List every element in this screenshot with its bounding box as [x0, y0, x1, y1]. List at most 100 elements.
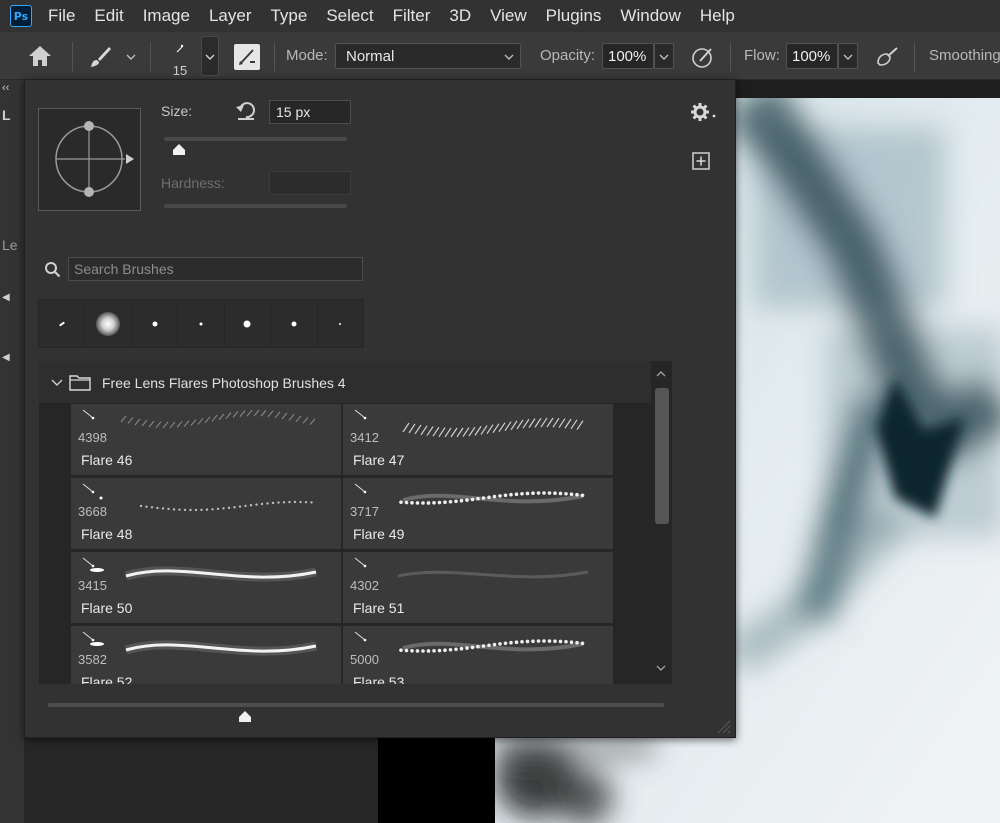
flow-input[interactable]: 100% — [786, 43, 838, 69]
smoothing-label: Smoothing: — [929, 47, 1000, 64]
reset-arrow-icon[interactable] — [235, 101, 257, 121]
canvas-ruler-area — [736, 80, 1000, 98]
menu-bar: Ps File Edit Image Layer Type Select Fil… — [0, 0, 1000, 32]
size-slider-track[interactable] — [164, 137, 347, 141]
brush-size-number: 3412 — [350, 430, 379, 445]
panel-tab-label[interactable]: L — [2, 107, 22, 129]
resize-grip-icon[interactable] — [713, 716, 731, 734]
brush-tip-icon — [291, 321, 297, 326]
brush-group-header[interactable]: Free Lens Flares Photoshop Brushes 4 — [39, 361, 651, 403]
options-bar: 15 Mode: Normal Opacity: 100% Flow: 100% — [0, 32, 1000, 80]
brush-name: Flare 50 — [81, 600, 133, 616]
opacity-label: Opacity: — [540, 47, 596, 64]
menu-layer[interactable]: Layer — [209, 6, 252, 26]
brush-tile[interactable]: 3668 Flare 48 — [71, 478, 341, 549]
brush-tip-preview[interactable] — [38, 108, 141, 211]
recent-brush-5[interactable] — [224, 300, 271, 347]
airbrush-icon[interactable] — [874, 44, 900, 70]
brush-preset-dropdown[interactable] — [201, 36, 219, 76]
brush-stroke-preview-icon — [354, 631, 585, 653]
brush-stroke-preview-icon — [354, 557, 589, 579]
brush-name: Flare 49 — [353, 526, 405, 542]
menu-3d[interactable]: 3D — [449, 6, 471, 26]
brush-tile[interactable]: 3717 Flare 49 — [343, 478, 613, 549]
menu-edit[interactable]: Edit — [94, 6, 123, 26]
brush-size-number: 4302 — [350, 578, 379, 593]
menu-file[interactable]: File — [48, 6, 75, 26]
recent-brush-3[interactable] — [131, 300, 178, 347]
menu-filter[interactable]: Filter — [393, 6, 431, 26]
recent-brush-4[interactable] — [178, 300, 224, 347]
brush-tip-preview-icon — [176, 44, 184, 53]
size-slider-thumb[interactable] — [171, 142, 187, 156]
search-input[interactable] — [68, 257, 363, 281]
size-input[interactable]: 15 px — [269, 100, 351, 124]
preview-size-slider-track[interactable] — [48, 703, 664, 707]
brush-tile[interactable]: 4302 Flare 51 — [343, 552, 613, 623]
brush-tip-icon — [152, 321, 158, 326]
brush-tile[interactable]: 5000 Flare 53 — [343, 626, 613, 684]
canvas-background — [378, 737, 495, 823]
opacity-input[interactable]: 100% — [602, 43, 654, 69]
flow-dropdown[interactable] — [838, 43, 858, 69]
brush-size-number: 3668 — [78, 504, 107, 519]
divider — [274, 42, 275, 72]
chevron-down-icon[interactable] — [51, 378, 63, 388]
recent-brush-7[interactable] — [317, 300, 363, 347]
mode-value: Normal — [346, 48, 395, 65]
chevron-down-icon — [843, 54, 853, 60]
brush-tile[interactable]: 4398 Flare 46 — [71, 404, 341, 475]
brush-search — [41, 257, 363, 281]
chevron-down-icon — [659, 54, 669, 60]
opacity-value: 100% — [608, 48, 647, 65]
search-icon — [45, 262, 61, 278]
menu-view[interactable]: View — [490, 6, 527, 26]
opacity-dropdown[interactable] — [654, 43, 674, 69]
menu-window[interactable]: Window — [620, 6, 680, 26]
brush-preset-panel: Size: 15 px Hardness: Search Brushes Fre… — [24, 79, 736, 738]
menu-type[interactable]: Type — [270, 6, 307, 26]
brush-tool-icon[interactable] — [88, 45, 112, 69]
chevron-left-icon[interactable]: ◀ — [2, 292, 22, 314]
brush-tip-icon — [243, 320, 251, 327]
collapse-panel-icon[interactable]: ‹‹ — [2, 82, 22, 104]
brush-preset-picker[interactable]: 15 — [162, 36, 198, 78]
menu-plugins[interactable]: Plugins — [546, 6, 602, 26]
hardness-input[interactable] — [269, 171, 351, 195]
brush-settings-toggle[interactable] — [234, 44, 260, 70]
brush-size-number: 3415 — [78, 578, 107, 593]
scrollbar-thumb[interactable] — [655, 388, 669, 524]
mode-select[interactable]: Normal — [335, 43, 521, 69]
brush-tile[interactable]: 3415 Flare 50 — [71, 552, 341, 623]
home-icon[interactable] — [27, 44, 53, 68]
chevron-down-icon[interactable] — [126, 52, 136, 62]
brush-tip-icon — [96, 311, 121, 336]
panel-tab-label[interactable]: Le — [2, 237, 22, 259]
brush-stroke-preview-icon — [82, 409, 316, 429]
brush-name: Flare 47 — [353, 452, 405, 468]
chevron-left-icon[interactable]: ◀ — [2, 352, 22, 374]
menu-help[interactable]: Help — [700, 6, 735, 26]
preview-size-slider-thumb[interactable] — [237, 709, 253, 723]
brush-stroke-preview-icon — [82, 483, 313, 512]
divider — [150, 42, 151, 72]
chevron-down-icon — [205, 54, 215, 60]
recent-brush-1[interactable] — [39, 300, 85, 347]
recent-brush-2[interactable] — [85, 300, 131, 347]
pressure-opacity-icon[interactable] — [690, 44, 716, 70]
gear-icon[interactable] — [690, 102, 718, 122]
plus-square-icon[interactable] — [692, 152, 710, 170]
brush-tile[interactable]: 3412 Flare 47 — [343, 404, 613, 475]
brush-name: Flare 53 — [353, 674, 405, 684]
left-panel: ‹‹ L Le ◀ ◀ — [0, 80, 24, 823]
menu-image[interactable]: Image — [143, 6, 190, 26]
brush-size-readout: 15 — [172, 63, 188, 78]
brush-tile[interactable]: 3582 Flare 52 — [71, 626, 341, 684]
brush-name: Flare 48 — [81, 526, 133, 542]
photoshop-logo-icon[interactable]: Ps — [10, 5, 32, 27]
recent-brushes — [38, 299, 364, 348]
hardness-slider-track[interactable] — [164, 204, 347, 208]
recent-brush-6[interactable] — [271, 300, 317, 347]
menu-select[interactable]: Select — [326, 6, 373, 26]
brush-settings-icon — [239, 49, 255, 65]
